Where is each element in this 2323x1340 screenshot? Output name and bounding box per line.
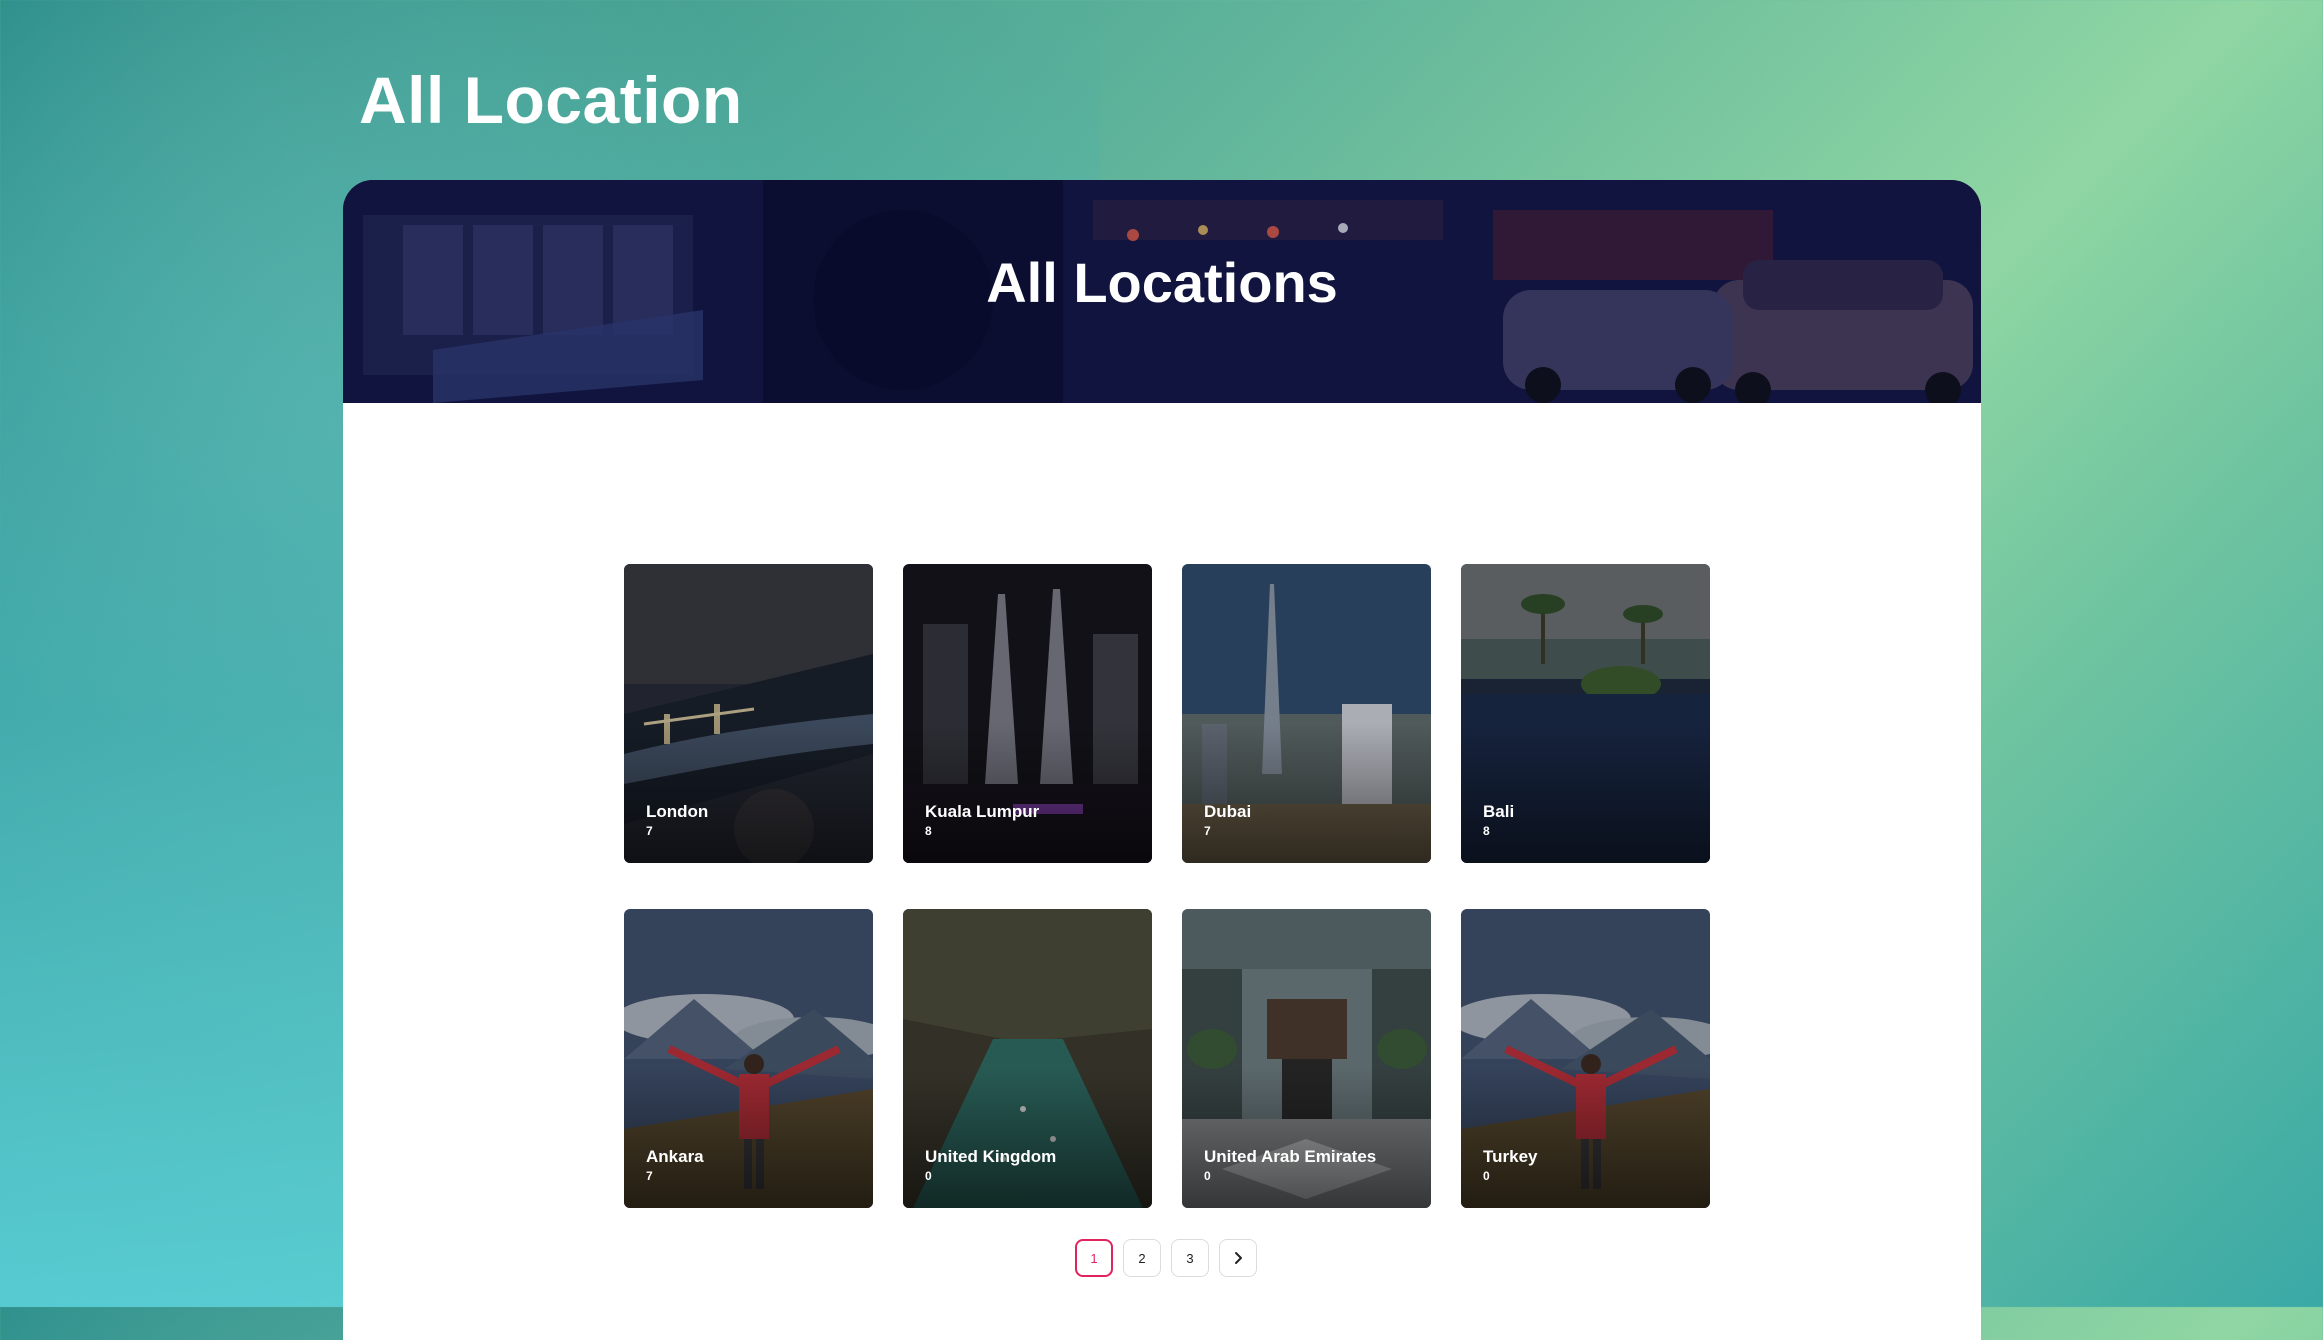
location-card-london[interactable]: London 7 — [624, 564, 873, 863]
location-name: Ankara — [646, 1147, 704, 1166]
location-count: 0 — [925, 1169, 932, 1183]
card-gradient — [624, 1068, 873, 1208]
location-count: 7 — [1204, 824, 1211, 838]
location-name: Turkey — [1483, 1147, 1538, 1166]
location-card-united-arab-emirates[interactable]: United Arab Emirates 0 — [1182, 909, 1431, 1208]
location-card-ankara[interactable]: Ankara 7 — [624, 909, 873, 1208]
location-card-kuala-lumpur[interactable]: Kuala Lumpur 8 — [903, 564, 1152, 863]
card-gradient — [903, 723, 1152, 863]
card-gradient — [1182, 1068, 1431, 1208]
location-name: London — [646, 802, 709, 821]
next-page-button[interactable] — [1219, 1239, 1257, 1277]
browser-panel: All Locations London 7 Kuala Lumpur 8 Du… — [343, 180, 1981, 1340]
location-count: 7 — [646, 824, 653, 838]
location-name: Kuala Lumpur — [925, 802, 1040, 821]
location-card-united-kingdom[interactable]: United Kingdom 0 — [903, 909, 1152, 1208]
location-card-turkey[interactable]: Turkey 0 — [1461, 909, 1710, 1208]
card-gradient — [1461, 1068, 1710, 1208]
location-name: Bali — [1483, 802, 1515, 821]
card-gradient — [1461, 723, 1710, 863]
page-button-3[interactable]: 3 — [1171, 1239, 1209, 1277]
card-gradient — [903, 1068, 1152, 1208]
location-count: 8 — [925, 824, 932, 838]
chevron-right-icon — [1235, 1252, 1242, 1264]
location-card-dubai[interactable]: Dubai 7 — [1182, 564, 1431, 863]
location-card-bali[interactable]: Bali 8 — [1461, 564, 1710, 863]
location-count: 8 — [1483, 824, 1490, 838]
location-count: 0 — [1204, 1169, 1211, 1183]
page-button-1[interactable]: 1 — [1075, 1239, 1113, 1277]
location-count: 7 — [646, 1169, 653, 1183]
page-heading: All Location — [359, 63, 743, 137]
card-gradient — [624, 723, 873, 863]
location-name: United Kingdom — [925, 1147, 1057, 1166]
hero-title: All Locations — [986, 251, 1338, 314]
hero-banner: All Locations — [343, 180, 1981, 403]
location-name: Dubai — [1204, 802, 1252, 821]
location-count: 0 — [1483, 1169, 1490, 1183]
page-button-2[interactable]: 2 — [1123, 1239, 1161, 1277]
location-name: United Arab Emirates — [1204, 1147, 1377, 1166]
card-gradient — [1182, 723, 1431, 863]
